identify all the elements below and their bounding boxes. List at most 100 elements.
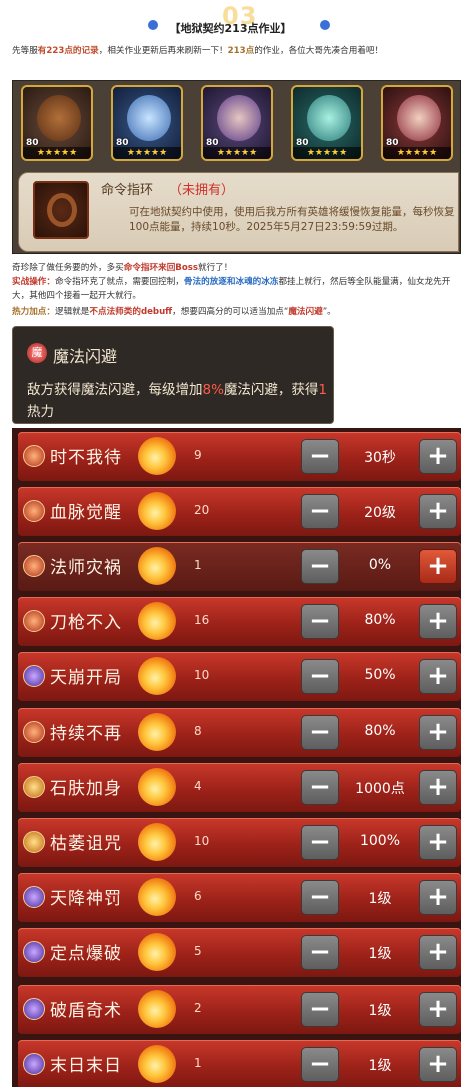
- talent-name: 刀枪不入: [50, 613, 122, 633]
- note-text: ，想要四高分的可以适当加点“: [172, 307, 289, 317]
- intro-highlight-1: 有223点的记录: [37, 46, 99, 56]
- increase-button[interactable]: +: [419, 1047, 457, 1082]
- section-title: 【地狱契约213点作业】: [169, 22, 292, 35]
- increase-button[interactable]: +: [419, 439, 457, 474]
- page: 03 【地狱契约213点作业】 先等服有223点的记录，相关作业更新后再来刷新一…: [0, 0, 461, 1087]
- talent-heat: 5: [194, 944, 202, 958]
- talent-row: 时不我待 9 − 30秒 +: [18, 432, 461, 481]
- note-text: 命令指环克了就点，需要回控制，: [54, 277, 184, 287]
- talent-heat: 2: [194, 1001, 202, 1015]
- hero-stars: ★★★★★: [293, 147, 361, 159]
- talent-value: 1级: [368, 1058, 392, 1074]
- talent-name: 血脉觉醒: [50, 503, 122, 523]
- talent-heat: 10: [194, 834, 210, 848]
- talent-value: 0%: [368, 557, 392, 573]
- talent-heat: 16: [194, 613, 210, 627]
- tooltip-description: 敌方获得魔法闪避，每级增加8%魔法闪避，获得1 热力: [27, 379, 327, 423]
- heart-icon: [23, 721, 45, 743]
- talent-name: 末日末日: [50, 1056, 122, 1076]
- heat-flame-icon: [138, 547, 176, 585]
- clock-icon: [23, 445, 45, 467]
- note-text: 奇珍除了做任务要的外，多买: [12, 263, 124, 273]
- notes-line-2: 实战操作：命令指环克了就点，需要回控制，骨法的放逐和冰魂的冰冻都挂上就行，然后等…: [12, 275, 460, 303]
- decrease-button[interactable]: −: [301, 935, 339, 970]
- increase-button[interactable]: +: [419, 715, 457, 750]
- heat-flame-icon: [138, 1045, 176, 1083]
- increase-button[interactable]: +: [419, 825, 457, 860]
- talent-row: 枯萎诅咒 10 − 100% +: [18, 818, 461, 867]
- item-name: 命令指环: [101, 183, 154, 198]
- increase-button[interactable]: +: [419, 935, 457, 970]
- talent-list: 时不我待 9 − 30秒 + 血脉觉醒 20 − 20级 + 法师灾祸 1 − …: [12, 428, 461, 1087]
- talent-tooltip: 魔 魔法闪避 敌方获得魔法闪避，每级增加8%魔法闪避，获得1 热力: [12, 326, 334, 424]
- talent-value: 20级: [364, 505, 396, 521]
- heat-flame-icon: [138, 933, 176, 971]
- hero-card: 80 ★★★★★: [111, 85, 183, 161]
- increase-button[interactable]: +: [419, 494, 457, 529]
- decrease-button[interactable]: −: [301, 880, 339, 915]
- curse-icon: [23, 831, 45, 853]
- break-shield-icon: [23, 998, 45, 1020]
- talent-name: 石肤加身: [50, 779, 122, 799]
- talent-heat: 1: [194, 1056, 202, 1070]
- talent-heat: 20: [194, 503, 210, 517]
- heat-flame-icon: [138, 823, 176, 861]
- increase-button[interactable]: +: [419, 659, 457, 694]
- hero-portrait: [397, 95, 441, 141]
- increase-button[interactable]: +: [419, 770, 457, 805]
- increase-button[interactable]: +: [419, 992, 457, 1027]
- intro-text-3: 的作业，各位大哥先凑合用着吧！: [254, 46, 384, 56]
- hero-portrait: [37, 95, 81, 141]
- heat-flame-icon: [138, 990, 176, 1028]
- hero-card: 80 ★★★★★: [291, 85, 363, 161]
- talent-value: 80%: [364, 612, 396, 628]
- talent-name: 破盾奇术: [50, 1001, 122, 1021]
- decrease-button[interactable]: −: [301, 604, 339, 639]
- tooltip-heat: 1: [318, 382, 328, 398]
- notes-line-3: 热力加点：逻辑就是不点法师类的debuff，想要四高分的可以适当加点“魔法闪避”…: [12, 305, 460, 319]
- tooltip-text: 魔法闪避，获得: [223, 382, 319, 398]
- talent-heat: 6: [194, 889, 202, 903]
- note-text: 就行了！: [197, 263, 233, 273]
- talent-name: 时不我待: [50, 448, 122, 468]
- increase-button[interactable]: +: [419, 549, 457, 584]
- talent-name: 持续不再: [50, 724, 122, 744]
- talent-row: 天崩开局 10 − 50% +: [18, 652, 461, 701]
- heat-flame-icon: [138, 657, 176, 695]
- talent-row: 血脉觉醒 20 − 20级 +: [18, 487, 461, 536]
- magic-dodge-icon: 魔: [27, 343, 47, 363]
- increase-button[interactable]: +: [419, 880, 457, 915]
- decrease-button[interactable]: −: [301, 715, 339, 750]
- decrease-button[interactable]: −: [301, 659, 339, 694]
- intro-highlight-2: 213点: [227, 46, 255, 56]
- item-description: 可在地狱契约中使用，使用后我方所有英雄将缓慢恢复能量，每秒恢复100点能量，持续…: [129, 206, 455, 233]
- decrease-button[interactable]: −: [301, 1047, 339, 1082]
- note-highlight: 命令指环来回Boss: [123, 263, 198, 273]
- decrease-button[interactable]: −: [301, 825, 339, 860]
- star-icon: [23, 886, 45, 908]
- increase-button[interactable]: +: [419, 604, 457, 639]
- hero-card: 80 ★★★★★: [201, 85, 273, 161]
- bullet-dot-right: [320, 20, 330, 30]
- note-highlight: 不点法师类的debuff: [89, 307, 173, 317]
- heat-flame-icon: [138, 878, 176, 916]
- decrease-button[interactable]: −: [301, 549, 339, 584]
- decrease-button[interactable]: −: [301, 494, 339, 529]
- notes-line-1: 奇珍除了做任务要的外，多买命令指环来回Boss就行了！: [12, 261, 460, 275]
- hero-card: 80 ★★★★★: [381, 85, 453, 161]
- stone-icon: [23, 776, 45, 798]
- tooltip-title: 魔法闪避: [53, 347, 118, 366]
- crack-icon: [23, 665, 45, 687]
- ring-icon: [33, 181, 89, 239]
- talent-row: 石肤加身 4 − 1000点 +: [18, 763, 461, 812]
- tooltip-text: 热力: [27, 404, 54, 420]
- decrease-button[interactable]: −: [301, 992, 339, 1027]
- talent-heat: 10: [194, 668, 210, 682]
- intro-paragraph: 先等服有223点的记录，相关作业更新后再来刷新一下！213点的作业，各位大哥先凑…: [12, 44, 460, 58]
- doom-icon: [23, 1053, 45, 1075]
- decrease-button[interactable]: −: [301, 770, 339, 805]
- note-label: 热力加点：: [12, 307, 55, 317]
- intro-text-2: ，相关作业更新后再来刷新一下！: [98, 46, 228, 56]
- decrease-button[interactable]: −: [301, 439, 339, 474]
- talent-row: 天降神罚 6 − 1级 +: [18, 873, 461, 922]
